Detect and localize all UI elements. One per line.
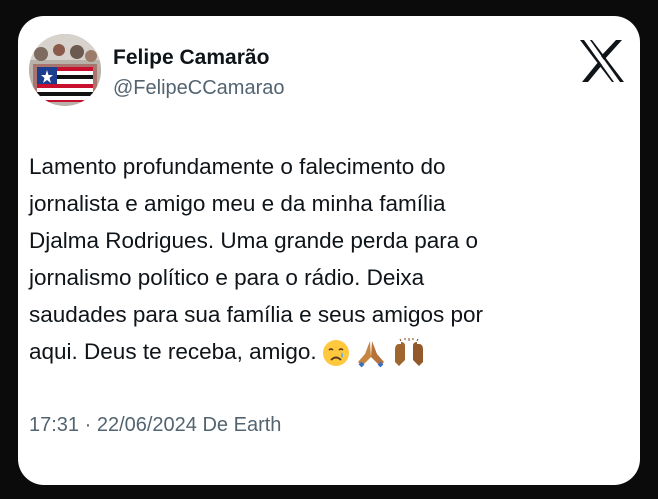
- tweet-last-line: aqui. Deus te receba, amigo.: [29, 333, 609, 370]
- emoji-group: [321, 338, 427, 368]
- tweet-line: Djalma Rodrigues. Uma grande perda para …: [29, 228, 478, 253]
- crying-face-emoji: [322, 340, 349, 367]
- tweet-timestamp[interactable]: 17:31 · 22/06/2024 De Earth: [29, 414, 281, 437]
- author-handle[interactable]: @FelipeCCamarao: [113, 77, 284, 100]
- tweet-text: Lamento profundamente o falecimento do j…: [29, 148, 609, 370]
- tweet-line: saudades para sua família e seus amigos …: [29, 302, 484, 327]
- x-logo-icon[interactable]: [578, 38, 626, 84]
- avatar-image: [29, 34, 101, 106]
- folded-hands-emoji: [357, 341, 384, 368]
- avatar[interactable]: [29, 34, 101, 106]
- tweet-line: Lamento profundamente o falecimento do: [29, 154, 446, 179]
- raising-hands-emoji: [394, 338, 423, 367]
- tweet-card: Felipe Camarão @FelipeCCamarao Lamento p…: [18, 16, 640, 485]
- author-name[interactable]: Felipe Camarão: [113, 46, 269, 70]
- tweet-line: aqui. Deus te receba, amigo.: [29, 339, 317, 364]
- tweet-line: jornalista e amigo meu e da minha famíli…: [29, 191, 446, 216]
- tweet-line: jornalismo político e para o rádio. Deix…: [29, 265, 425, 290]
